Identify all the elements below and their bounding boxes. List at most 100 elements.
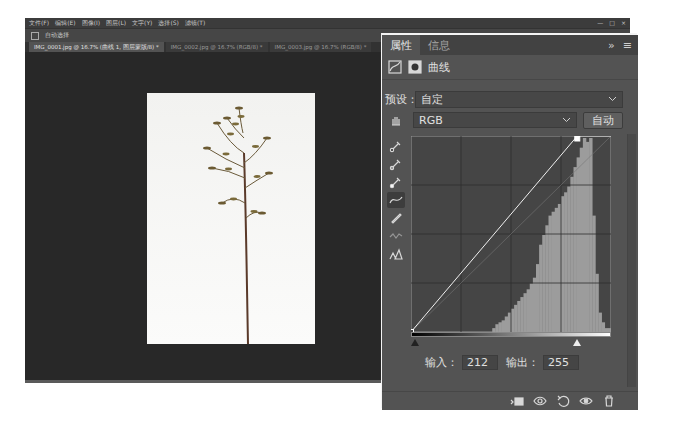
curve-tool-button[interactable] xyxy=(387,210,405,226)
histogram-bar xyxy=(530,284,533,333)
histogram-bar xyxy=(517,301,520,332)
histogram-bar xyxy=(595,274,598,332)
menu-item[interactable]: 滤镜(T) xyxy=(185,20,205,26)
preset-label: 预设： xyxy=(385,92,413,107)
curve-point[interactable] xyxy=(575,136,580,141)
histogram-bar xyxy=(524,293,527,332)
histogram-bar xyxy=(577,157,580,332)
input-label: 输入： xyxy=(425,355,458,370)
black-point-slider[interactable] xyxy=(411,339,419,346)
histogram-bar xyxy=(542,235,545,332)
output-label: 输出： xyxy=(506,355,539,370)
histogram-bar xyxy=(583,138,586,332)
eyedropper-white-icon xyxy=(389,175,403,189)
reset-icon[interactable] xyxy=(556,394,570,408)
trash-icon[interactable] xyxy=(602,394,616,408)
histogram-bar xyxy=(527,289,530,332)
baseline-diagonal xyxy=(411,136,611,332)
curve-tool-button[interactable] xyxy=(387,246,405,262)
histogram-bar xyxy=(555,208,558,332)
histogram-bar xyxy=(533,278,536,332)
panel-tab[interactable]: 信息 xyxy=(420,35,458,55)
white-point-slider[interactable] xyxy=(573,339,581,346)
histogram-bar xyxy=(580,148,583,332)
graph-background xyxy=(411,136,611,332)
panel-menu-button[interactable]: ≡ xyxy=(623,39,632,52)
histogram-bar xyxy=(549,216,552,332)
hand-adjust-icon[interactable] xyxy=(389,113,403,127)
scrollbar[interactable] xyxy=(627,134,636,387)
histogram-bar xyxy=(599,313,602,332)
curve-tool-button[interactable] xyxy=(387,174,405,190)
clip-warning-icon xyxy=(389,247,403,261)
histogram-bar xyxy=(545,225,548,332)
input-field[interactable]: 212 xyxy=(462,355,498,370)
menu-item[interactable]: 图像(I) xyxy=(82,20,100,26)
histogram-bar xyxy=(602,322,605,332)
histogram-bar xyxy=(552,212,555,332)
menu-item[interactable]: 图层(L) xyxy=(106,20,126,26)
histogram-bar xyxy=(564,192,567,332)
adjustment-title: 曲线 xyxy=(428,60,450,75)
histogram-bar xyxy=(502,320,505,332)
pencil-icon xyxy=(389,211,403,225)
channel-select[interactable]: RGB xyxy=(413,112,577,128)
curve-tool-button[interactable] xyxy=(387,138,405,154)
histogram-bar xyxy=(511,309,514,332)
document-image xyxy=(147,93,315,344)
histogram-bar xyxy=(536,264,539,332)
dropdown-arrow-icon xyxy=(608,96,617,102)
window-control[interactable]: × xyxy=(621,20,626,26)
menu-item[interactable]: 编辑(E) xyxy=(55,20,75,26)
menu-bar: 文件(F) 编辑(E) 图像(I) 图层(L) 文字(Y) 选择(S) 滤镜(T) — □ × xyxy=(25,18,630,28)
histogram-bar xyxy=(561,196,564,332)
clip-to-layer-icon[interactable] xyxy=(510,394,524,408)
layer-mask-icon xyxy=(408,60,422,74)
grid-line xyxy=(411,136,611,332)
checkbox[interactable] xyxy=(31,32,39,40)
input-slider[interactable] xyxy=(411,337,611,347)
histogram-bar xyxy=(520,297,523,332)
histogram-bar xyxy=(514,305,517,332)
curve-tool-button[interactable] xyxy=(387,228,405,244)
curve-tool-button[interactable] xyxy=(387,192,405,208)
channel-row: RGB 自动 xyxy=(385,111,623,129)
eyedropper-black-icon xyxy=(389,139,403,153)
menu-item[interactable]: 选择(S) xyxy=(158,20,179,26)
input-gradient-bar xyxy=(411,332,611,337)
histogram-bar xyxy=(505,316,508,332)
window-control[interactable]: — xyxy=(597,20,603,26)
grid-line xyxy=(411,136,611,332)
option-label[interactable]: 自动选择 xyxy=(45,31,69,40)
output-field[interactable]: 255 xyxy=(543,355,579,370)
document-tab[interactable]: IMG_0002.jpg @ 16.7% (RGB/8) * xyxy=(166,42,268,52)
histogram-bar xyxy=(574,167,577,332)
menu-item[interactable]: 文件(F) xyxy=(29,20,49,26)
dropdown-arrow-icon xyxy=(562,117,571,123)
eyedropper-gray-icon xyxy=(389,157,403,171)
curves-editor xyxy=(411,136,611,347)
auto-button[interactable]: 自动 xyxy=(583,112,623,129)
adjustment-title-row: 曲线 xyxy=(382,55,638,80)
histogram-bar xyxy=(567,187,570,333)
curves-graph[interactable] xyxy=(411,136,611,332)
curve-line[interactable] xyxy=(411,136,611,332)
panel-tab[interactable]: 属性 xyxy=(382,35,420,55)
window-control[interactable]: □ xyxy=(609,20,615,26)
preset-row: 预设：自定 xyxy=(385,90,623,108)
panel-tab-bar: 属性信息 » ≡ xyxy=(382,35,638,55)
histogram-bar xyxy=(570,177,573,332)
menu-item[interactable]: 文字(Y) xyxy=(132,20,152,26)
document-tab[interactable]: IMG_0003.jpg @ 16.7% (RGB/8) * xyxy=(270,42,372,52)
preset-select[interactable]: 自定 xyxy=(415,91,623,108)
histogram-bar xyxy=(592,216,595,332)
curve-tool-button[interactable] xyxy=(387,156,405,172)
visibility-eye-icon[interactable] xyxy=(579,394,593,408)
histogram-bar xyxy=(495,324,498,332)
histogram-bar xyxy=(499,322,502,332)
view-previous-icon[interactable] xyxy=(533,394,547,408)
document-tab[interactable]: IMG_0001.jpg @ 16.7% (曲线 1, 图层蒙版/8) * xyxy=(29,42,164,52)
histogram-bar xyxy=(586,142,589,332)
input-output-row: 输入： 212 输出： 255 xyxy=(385,355,623,370)
collapse-button[interactable]: » xyxy=(608,39,615,52)
